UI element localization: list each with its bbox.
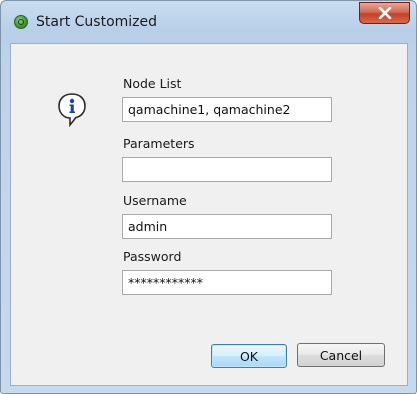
close-icon xyxy=(378,7,391,19)
password-label: Password xyxy=(123,249,182,264)
close-button[interactable] xyxy=(359,2,410,24)
dialog-body: Node List qamachine1, qamachine2 Paramet… xyxy=(10,43,408,386)
parameters-label: Parameters xyxy=(123,136,195,151)
parameters-input[interactable] xyxy=(122,157,332,182)
username-input[interactable]: admin xyxy=(122,214,332,239)
node-list-label: Node List xyxy=(123,76,182,91)
window-title: Start Customized xyxy=(36,14,158,30)
node-list-input[interactable]: qamachine1, qamachine2 xyxy=(122,97,332,122)
ok-button[interactable]: OK xyxy=(211,344,287,368)
title-bar[interactable]: Start Customized xyxy=(1,1,416,43)
username-label: Username xyxy=(123,193,187,208)
dialog-window: Start Customized Node List qamachine1, q… xyxy=(0,0,417,394)
app-icon xyxy=(14,15,28,29)
password-input[interactable]: ************ xyxy=(122,270,332,295)
info-icon xyxy=(57,92,87,131)
cancel-button[interactable]: Cancel xyxy=(297,343,385,367)
